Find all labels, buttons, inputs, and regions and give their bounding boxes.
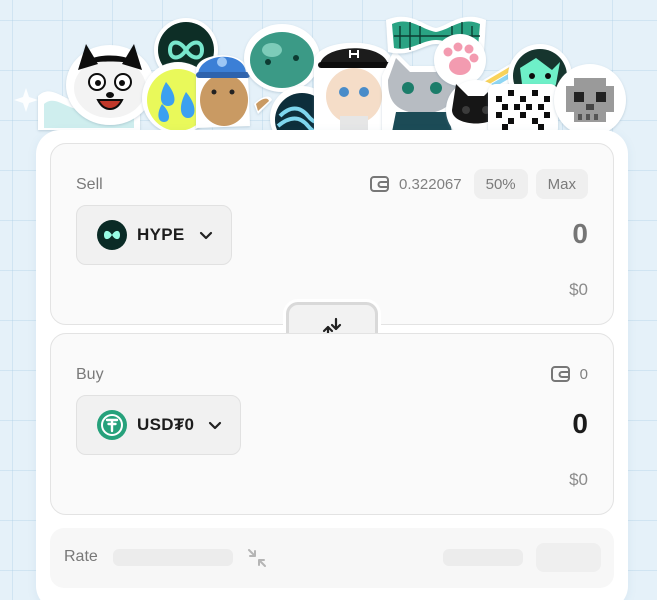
buy-fiat-value: $0 <box>569 470 588 489</box>
buy-balance-value: 0 <box>579 365 588 383</box>
sell-token-name: HYPE <box>137 225 185 244</box>
wallet-icon <box>370 176 390 192</box>
pixel-skull-sticker <box>554 64 626 136</box>
sell-fiat-value: $0 <box>569 280 588 299</box>
buy-amount-value: 0 <box>572 408 588 439</box>
chevron-down-icon <box>209 421 222 430</box>
sell-balance-group: 0.322067 50% Max <box>369 169 588 199</box>
usdt-token-icon <box>97 410 127 440</box>
hype-token-icon <box>97 220 127 250</box>
invert-rate-icon[interactable] <box>245 546 269 570</box>
buy-label: Buy <box>76 366 104 383</box>
chevron-down-icon <box>199 231 212 240</box>
swap-card: Sell 0.322067 50% Max HYPE $0 <box>36 130 628 600</box>
paw-sticker <box>434 34 486 86</box>
details-toggle-placeholder <box>536 543 601 572</box>
sell-token-selector[interactable]: HYPE <box>76 205 232 265</box>
rate-label: Rate <box>64 548 98 565</box>
header-sticker-collage <box>0 0 657 140</box>
pixel-pattern-sticker <box>488 84 558 136</box>
buy-panel: Buy 0 USD₮0 0 $0 <box>50 333 614 515</box>
sell-amount-input[interactable] <box>388 218 588 250</box>
sell-label: Sell <box>76 176 103 193</box>
buy-balance-group: 0 <box>550 359 588 389</box>
rate-row: Rate <box>50 528 614 588</box>
max-button[interactable]: Max <box>535 169 588 199</box>
sell-balance-value: 0.322067 <box>399 175 462 193</box>
sparkle-icon <box>14 88 38 112</box>
teal-blob-sticker <box>244 24 320 92</box>
buy-token-name: USD₮0 <box>137 415 195 434</box>
fee-placeholder <box>443 549 523 566</box>
rate-value-placeholder <box>113 549 233 566</box>
wallet-icon <box>550 366 570 382</box>
cap-character-sticker <box>314 42 392 131</box>
cartoon-cat-sticker <box>66 44 154 125</box>
sell-panel: Sell 0.322067 50% Max HYPE $0 <box>50 143 614 325</box>
half-button[interactable]: 50% <box>473 169 528 199</box>
buy-token-selector[interactable]: USD₮0 <box>76 395 242 455</box>
